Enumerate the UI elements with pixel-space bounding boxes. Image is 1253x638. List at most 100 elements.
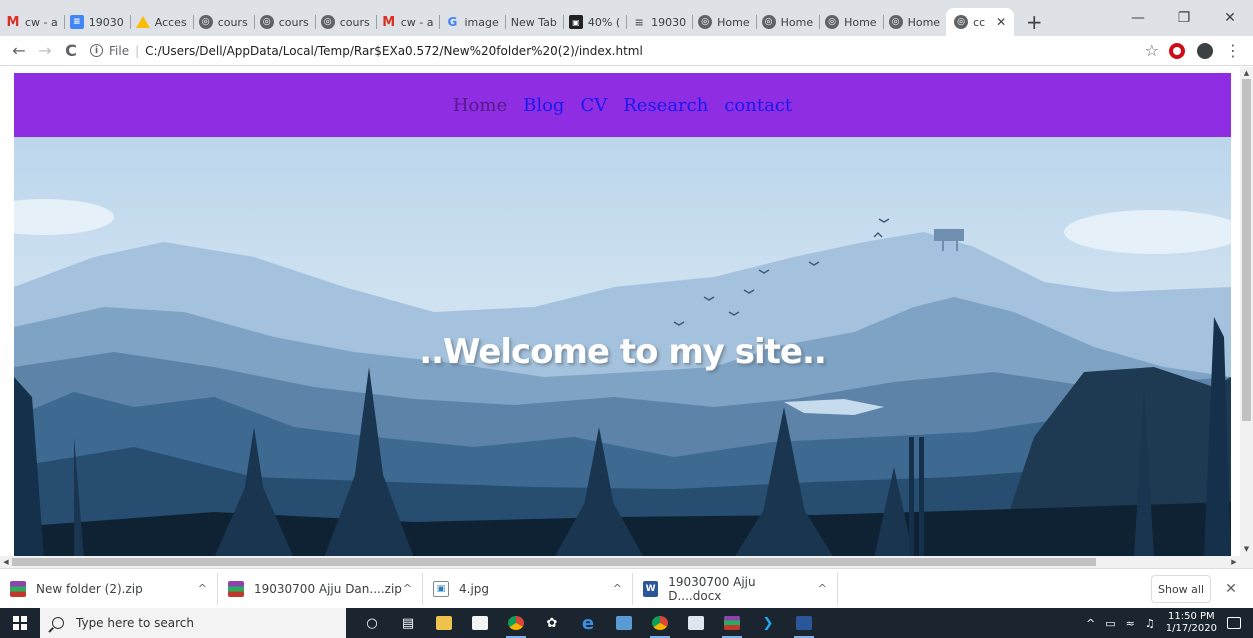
browser-tab[interactable]: ◎ cours (253, 8, 315, 36)
back-button[interactable]: ← (6, 38, 32, 64)
browser-tab[interactable]: ◎ cours (192, 8, 254, 36)
download-filename: 19030700 Ajju D....docx (668, 574, 756, 603)
browser-tab[interactable]: Mcw - a (375, 8, 440, 36)
minimize-button[interactable]: — (1115, 0, 1161, 36)
google-drive-icon (135, 16, 150, 28)
close-tab-icon[interactable]: ✕ (996, 15, 1006, 29)
browser-tab[interactable]: ◎ Home (755, 8, 819, 36)
globe-icon: ◎ (198, 15, 213, 29)
horizontal-scrollbar[interactable]: ◀ ▶ (0, 556, 1240, 568)
browser-tab[interactable]: ◎ cours (314, 8, 376, 36)
forward-button[interactable]: → (32, 38, 58, 64)
browser-tab[interactable]: ≡ 19030 (626, 8, 692, 36)
download-item[interactable]: New folder (2).zip ^ (0, 572, 218, 605)
show-all-downloads-button[interactable]: Show all (1151, 575, 1211, 603)
taskbar-search-box[interactable]: Type here to search (40, 608, 346, 638)
address-separator: | (135, 43, 140, 58)
new-tab-button[interactable]: + (1020, 8, 1048, 36)
reload-button[interactable]: C (58, 38, 84, 64)
chevron-up-icon[interactable]: ^ (403, 582, 412, 595)
search-icon (52, 617, 64, 629)
opera-extension-icon[interactable] (1169, 42, 1185, 59)
vertical-scrollbar[interactable]: ▲ ▼ (1240, 67, 1253, 568)
profile-avatar[interactable] (1197, 42, 1213, 59)
image-icon: ▣ (568, 15, 583, 29)
bookmark-star-icon[interactable]: ☆ (1145, 41, 1159, 60)
browser-tab[interactable]: ▣ 40% ( (562, 8, 626, 36)
scroll-up-icon[interactable]: ▲ (1240, 67, 1253, 79)
browser-tab[interactable]: ◎ Home (819, 8, 882, 36)
start-button[interactable] (0, 608, 40, 638)
photos-icon[interactable] (678, 608, 714, 638)
gmail-icon: M (382, 14, 396, 30)
tab-label: New Tab (510, 15, 557, 29)
tab-active[interactable]: ◎ cc ✕ (946, 8, 1015, 36)
restore-button[interactable]: ❐ (1161, 0, 1207, 36)
vertical-scroll-thumb[interactable] (1242, 79, 1251, 421)
download-filename: New folder (2).zip (36, 581, 143, 596)
edge-icon[interactable]: e (570, 608, 606, 638)
chevron-up-icon[interactable]: ^ (198, 582, 207, 595)
cortana-icon[interactable]: ○ (354, 608, 390, 638)
chrome-taskbar-icon[interactable] (642, 608, 678, 638)
word-icon[interactable] (786, 608, 822, 638)
chevron-up-icon[interactable]: ^ (613, 582, 622, 595)
task-view-icon[interactable]: ▤ (390, 608, 426, 638)
scroll-down-icon[interactable]: ▼ (1240, 543, 1253, 555)
download-shelf: New folder (2).zip ^ 19030700 Ajju Dan..… (0, 568, 1253, 608)
wifi-icon[interactable]: ≈ (1126, 617, 1135, 630)
scroll-right-icon[interactable]: ▶ (1228, 556, 1240, 568)
tab-label: cours (217, 15, 248, 29)
site-navbar: Home Blog CV Research contact (14, 73, 1231, 137)
nav-link-cv[interactable]: CV (576, 95, 611, 116)
paint-icon[interactable] (606, 608, 642, 638)
tab-label: 19030 (651, 15, 687, 29)
browser-tab[interactable]: Mcw - a (0, 8, 64, 36)
chevron-up-icon[interactable]: ^ (1086, 617, 1095, 630)
store-icon[interactable] (462, 608, 498, 638)
horizontal-scroll-thumb[interactable] (12, 558, 1096, 566)
tab-label: cc (973, 15, 986, 29)
download-item[interactable]: 19030700 Ajju Dan....zip ^ (218, 572, 423, 605)
notifications-icon[interactable] (1227, 617, 1241, 629)
browser-tab[interactable]: ◎ Home (692, 8, 755, 36)
info-icon[interactable]: i (90, 44, 103, 57)
browser-tab-strip: Mcw - a ≡ 19030 Acces ◎ cours ◎ cours ◎ cours Mcw … (0, 0, 1253, 36)
browser-menu-icon[interactable]: ⋮ (1225, 41, 1241, 60)
globe-icon: ◎ (259, 15, 274, 29)
nav-link-contact[interactable]: contact (720, 95, 796, 116)
close-window-button[interactable]: ✕ (1207, 0, 1253, 36)
app-icon[interactable]: ✿ (534, 608, 570, 638)
chevron-up-icon[interactable]: ^ (818, 582, 827, 595)
browser-tab[interactable]: ◎ Home (882, 8, 946, 36)
welcome-heading: ..Welcome to my site.. (419, 332, 827, 372)
scroll-left-icon[interactable]: ◀ (0, 556, 12, 568)
battery-icon[interactable]: ▭ (1105, 617, 1115, 630)
close-shelf-icon[interactable]: ✕ (1219, 575, 1243, 603)
nav-link-research[interactable]: Research (619, 95, 712, 116)
browser-tab[interactable]: ≡ 19030 (63, 8, 130, 36)
browser-tab[interactable]: Acces (129, 8, 193, 36)
browser-tab[interactable]: New Tab (504, 8, 563, 36)
address-url[interactable]: C:/Users/Dell/AppData/Local/Temp/Rar$EXa… (145, 44, 643, 58)
address-bar[interactable]: i File | C:/Users/Dell/AppData/Local/Tem… (90, 38, 1145, 64)
download-item[interactable]: ▣ 4.jpg ^ (423, 572, 633, 605)
download-filename: 19030700 Ajju Dan....zip (254, 581, 402, 596)
zip-file-icon (10, 580, 26, 597)
file-explorer-icon[interactable] (426, 608, 462, 638)
hero-banner: ..Welcome to my site.. (14, 137, 1231, 558)
chrome-taskbar-icon[interactable] (498, 608, 534, 638)
vscode-icon[interactable]: ❯ (750, 608, 786, 638)
taskbar-clock[interactable]: 11:50 PM 1/17/2020 (1166, 611, 1217, 635)
globe-icon: ◎ (888, 15, 903, 29)
winrar-icon[interactable] (714, 608, 750, 638)
tab-label: Home (780, 15, 814, 29)
reload-icon: C (65, 41, 77, 60)
word-file-icon: W (643, 580, 659, 597)
download-item[interactable]: W 19030700 Ajju D....docx ^ (633, 572, 838, 605)
nav-link-blog[interactable]: Blog (519, 95, 568, 116)
tab-label: image (464, 15, 499, 29)
browser-tab[interactable]: Gimage (439, 8, 504, 36)
nav-link-home[interactable]: Home (449, 95, 511, 116)
volume-icon[interactable]: ♫ (1145, 617, 1155, 630)
